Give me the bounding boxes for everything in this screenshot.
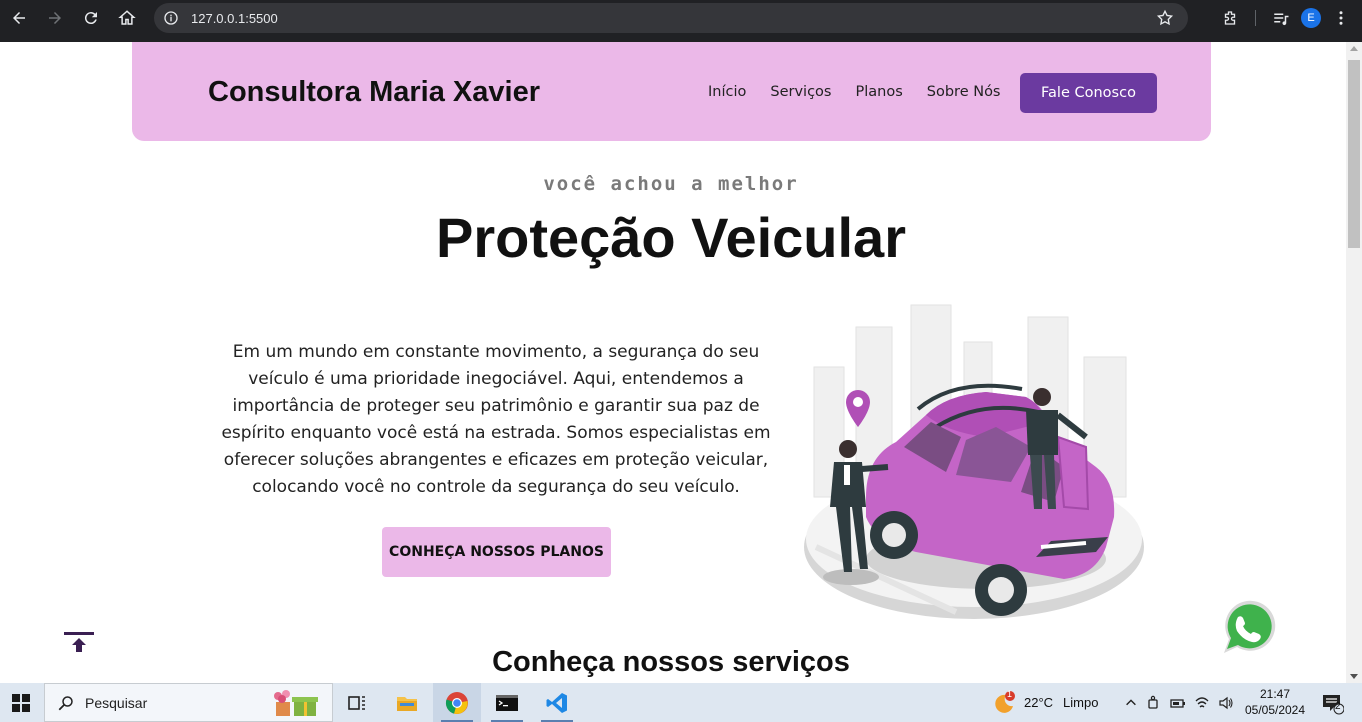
- scroll-up-icon[interactable]: [1350, 46, 1358, 51]
- profile-button[interactable]: E: [1296, 0, 1326, 36]
- scroll-down-icon[interactable]: [1350, 674, 1358, 679]
- main-nav: Início Serviços Planos Sobre Nós: [708, 84, 1001, 100]
- hero-eyebrow: você achou a melhor: [543, 173, 799, 195]
- nav-link-servicos[interactable]: Serviços: [770, 84, 831, 100]
- taskbar-clock[interactable]: 21:47 05/05/2024: [1240, 686, 1310, 718]
- clock-time: 21:47: [1259, 687, 1291, 701]
- weather-temperature: 22°C: [1024, 695, 1054, 710]
- terminal-taskbar-button[interactable]: [483, 683, 531, 722]
- file-explorer-button[interactable]: [383, 683, 431, 722]
- task-view-icon: [348, 695, 365, 710]
- puzzle-icon: [1224, 11, 1236, 25]
- site-header: Consultora Maria Xavier Início Serviços …: [132, 42, 1211, 141]
- car-protection-illustration: [804, 304, 1144, 619]
- system-tray: [1124, 683, 1234, 722]
- weather-widget[interactable]: 1 22°C Limpo: [992, 683, 1098, 722]
- url-text[interactable]: 127.0.0.1:5500: [191, 11, 278, 26]
- contact-button[interactable]: Fale Conosco: [1020, 73, 1157, 113]
- whatsapp-icon[interactable]: [1214, 595, 1280, 661]
- forward-button[interactable]: [37, 0, 73, 36]
- vscode-icon: [546, 692, 567, 713]
- page-viewport: Consultora Maria Xavier Início Serviços …: [0, 42, 1346, 683]
- windows-icon[interactable]: [12, 694, 30, 712]
- services-section-title: Conheça nossos serviços: [492, 646, 850, 678]
- weather-condition: Limpo: [1063, 695, 1099, 710]
- page-scrollbar[interactable]: [1346, 42, 1362, 683]
- reload-button[interactable]: [73, 0, 109, 36]
- chrome-icon: [445, 691, 468, 714]
- gift-flowers-icon: [274, 690, 318, 716]
- wifi-icon[interactable]: [1194, 695, 1210, 711]
- arrow-left-icon: [13, 12, 25, 24]
- arrow-right-icon: [49, 12, 61, 24]
- back-button[interactable]: [1, 0, 37, 36]
- search-icon: [58, 695, 73, 710]
- notification-count: 2: [1335, 701, 1341, 712]
- bookmark-star-icon[interactable]: [1156, 9, 1174, 27]
- terminal-icon: [496, 694, 518, 711]
- extensions-button[interactable]: [1215, 0, 1245, 36]
- profile-avatar: E: [1301, 8, 1321, 28]
- taskbar-search[interactable]: Pesquisar: [44, 683, 333, 722]
- reload-icon: [84, 12, 97, 25]
- browser-toolbar: 127.0.0.1:5500 E: [0, 0, 1362, 42]
- moon-weather-icon: [995, 690, 1015, 713]
- more-vertical-icon: [1339, 11, 1343, 25]
- back-to-top-icon[interactable]: [64, 632, 94, 656]
- media-controls-button[interactable]: [1266, 0, 1296, 36]
- battery-icon[interactable]: [1170, 695, 1186, 711]
- volume-icon[interactable]: [1218, 695, 1234, 711]
- home-button[interactable]: [109, 0, 145, 36]
- hero-description: Em um mundo em constante movimento, a se…: [221, 342, 771, 497]
- weather-badge: 1: [1007, 689, 1013, 699]
- site-info-icon[interactable]: [163, 10, 179, 26]
- file-explorer-icon: [397, 696, 417, 711]
- meet-icon[interactable]: [1146, 695, 1162, 711]
- search-placeholder: Pesquisar: [85, 694, 148, 711]
- chevron-up-icon[interactable]: [1124, 696, 1138, 710]
- scrollbar-thumb[interactable]: [1348, 60, 1360, 248]
- vscode-taskbar-button[interactable]: [533, 683, 581, 722]
- nav-link-inicio[interactable]: Início: [708, 84, 746, 100]
- clock-date: 05/05/2024: [1244, 703, 1306, 717]
- hero-title: Proteção Veicular: [435, 206, 906, 269]
- nav-link-planos[interactable]: Planos: [855, 84, 902, 100]
- site-brand[interactable]: Consultora Maria Xavier: [208, 76, 540, 109]
- windows-taskbar: Pesquisar 1 22°C Limpo 21:47 05/05/2024 …: [0, 683, 1362, 722]
- notification-center-button[interactable]: 2: [1320, 691, 1345, 715]
- chrome-menu-button[interactable]: [1326, 0, 1356, 36]
- plans-button[interactable]: CONHEÇA NOSSOS PLANOS: [382, 527, 611, 577]
- playlist-icon: [1274, 13, 1289, 26]
- chrome-taskbar-button[interactable]: [433, 683, 481, 722]
- nav-link-sobre-nos[interactable]: Sobre Nós: [927, 84, 1001, 100]
- toolbar-divider: [1255, 10, 1256, 26]
- address-bar[interactable]: 127.0.0.1:5500: [154, 3, 1188, 33]
- task-view-button[interactable]: [333, 683, 381, 722]
- home-icon: [118, 10, 136, 25]
